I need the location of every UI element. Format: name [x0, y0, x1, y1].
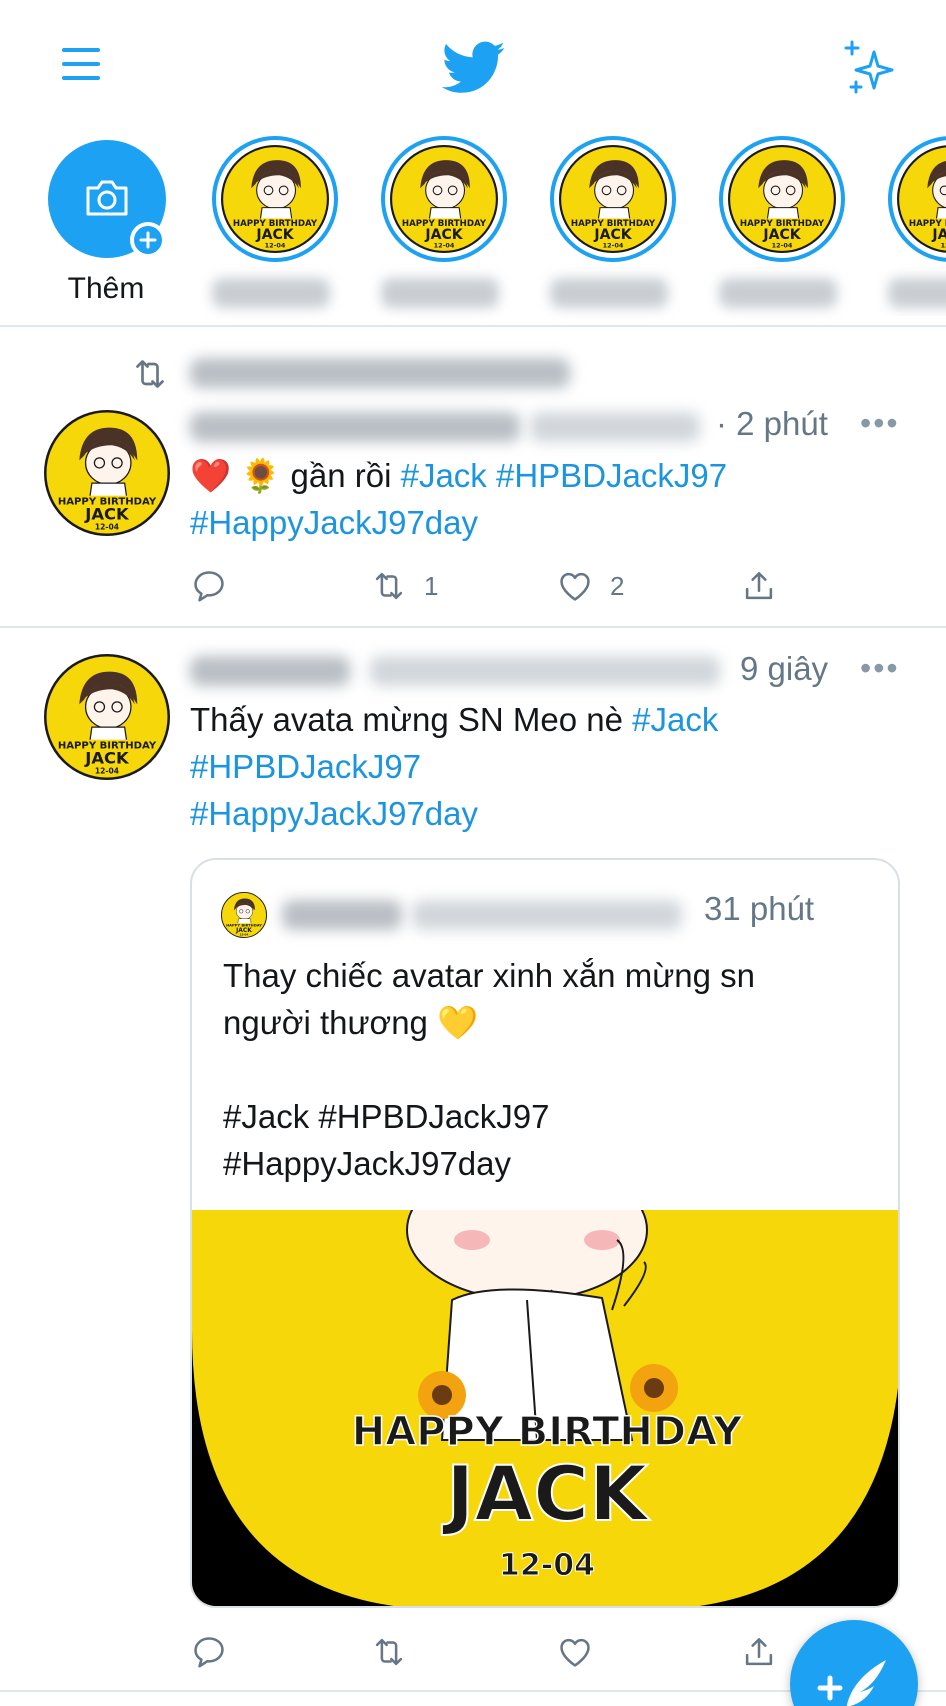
- retweet-count: 1: [424, 570, 439, 601]
- share-button[interactable]: [740, 564, 778, 608]
- compose-tweet-button[interactable]: [790, 1620, 918, 1706]
- retweet-indicator-icon: [128, 354, 172, 394]
- divider: [0, 626, 946, 628]
- divider: [0, 325, 946, 327]
- fleet-item[interactable]: [876, 136, 946, 316]
- blurred-name: [550, 278, 668, 308]
- fleet-item[interactable]: [369, 136, 509, 316]
- blurred-name: [719, 278, 837, 308]
- more-options-icon[interactable]: •••: [860, 405, 900, 442]
- like-button[interactable]: [556, 1630, 594, 1674]
- quoted-tweet-image[interactable]: HAPPY BIRTHDAY JACK 12-04: [192, 1210, 898, 1606]
- fleet-item[interactable]: [538, 136, 678, 316]
- like-button[interactable]: 2: [556, 564, 624, 608]
- sparkle-icon[interactable]: [842, 40, 900, 96]
- fleet-item[interactable]: [200, 136, 340, 316]
- tweet-text-body: Thấy avata mừng SN Meo nè: [190, 701, 623, 738]
- share-button[interactable]: [740, 1630, 778, 1674]
- retweet-button[interactable]: 1: [370, 564, 438, 608]
- fleet-avatar: [221, 145, 329, 253]
- tweet-time: · 2 phút: [716, 405, 828, 442]
- fleet-ring: [719, 136, 845, 262]
- blurred-quoted-handle: [412, 900, 682, 930]
- hashtag-link[interactable]: #HappyJackJ97day: [190, 795, 478, 832]
- blurred-name: [888, 278, 946, 308]
- tweet-text-body: ❤️ 🌻 gần rồi: [190, 457, 392, 494]
- tweet-text: Thấy avata mừng SN Meo nè #Jack #HPBDJac…: [190, 696, 910, 837]
- fleet-ring: [212, 136, 338, 262]
- twitter-bird-icon[interactable]: [442, 40, 506, 96]
- birthday-banner-image: HAPPY BIRTHDAY JACK 12-04: [192, 1210, 898, 1606]
- tweet-time: 9 giây: [740, 650, 829, 687]
- retweet-icon: [370, 567, 408, 605]
- hashtag-link[interactable]: #HPBDJackJ97: [496, 457, 727, 494]
- tweet-text: ❤️ 🌻 gần rồi #Jack #HPBDJackJ97 #HappyJa…: [190, 452, 910, 546]
- author-avatar[interactable]: [44, 410, 170, 536]
- blurred-retweeter-name: [190, 358, 570, 388]
- quoted-tweet-card[interactable]: 31 phút Thay chiếc avatar xinh xắn mừng …: [190, 858, 900, 1608]
- hamburger-menu-icon[interactable]: [60, 44, 104, 84]
- heart-icon: [556, 1633, 594, 1671]
- tweet-actions: 1 2: [190, 564, 810, 608]
- hashtag-link[interactable]: #HPBDJackJ97: [190, 748, 421, 785]
- hashtag-link[interactable]: #Jack: [401, 457, 487, 494]
- blurred-name: [381, 278, 499, 308]
- share-icon: [740, 1633, 778, 1671]
- fleet-item[interactable]: [707, 136, 847, 316]
- image-text-date: 12-04: [499, 1548, 595, 1583]
- more-options-icon[interactable]: •••: [860, 650, 900, 687]
- add-plus-icon: [130, 222, 166, 258]
- heart-icon: [556, 567, 594, 605]
- add-fleet-button[interactable]: [48, 140, 166, 258]
- author-avatar[interactable]: [44, 654, 170, 780]
- fleet-avatar: [390, 145, 498, 253]
- tweet-actions: [190, 1630, 810, 1674]
- camera-icon: [86, 180, 128, 216]
- blurred-author-handle: [370, 656, 720, 686]
- blurred-quoted-name: [282, 900, 402, 930]
- hashtag-link[interactable]: #Jack: [632, 701, 718, 738]
- top-bar: [0, 0, 946, 130]
- hashtag-link[interactable]: #HappyJackJ97day: [190, 504, 478, 541]
- blurred-author-handle: [530, 412, 700, 442]
- reply-button[interactable]: [190, 1630, 228, 1674]
- compose-tweet-icon: [817, 1660, 886, 1706]
- reply-icon: [190, 1633, 228, 1671]
- blurred-author-name: [190, 656, 350, 686]
- add-fleet-label: Thêm: [67, 272, 145, 305]
- fleet-ring: [888, 136, 946, 262]
- fleet-ring: [550, 136, 676, 262]
- fleet-avatar: [897, 145, 946, 253]
- reply-button[interactable]: [190, 564, 244, 608]
- fleet-avatar: [728, 145, 836, 253]
- blurred-author-name: [190, 412, 520, 442]
- retweet-icon: [370, 1633, 408, 1671]
- fleet-avatar: [559, 145, 667, 253]
- share-icon: [740, 567, 778, 605]
- quoted-tweet-time: 31 phút: [704, 890, 815, 927]
- quoted-tweet-text: Thay chiếc avatar xinh xắn mừng sn người…: [223, 957, 756, 1182]
- retweet-button[interactable]: [370, 1630, 408, 1674]
- fleet-ring: [381, 136, 507, 262]
- blurred-name: [212, 278, 330, 308]
- quoted-author-avatar: [221, 892, 267, 938]
- image-text-jack: JACK: [441, 1449, 651, 1538]
- reply-icon: [190, 567, 228, 605]
- like-count: 2: [610, 570, 625, 601]
